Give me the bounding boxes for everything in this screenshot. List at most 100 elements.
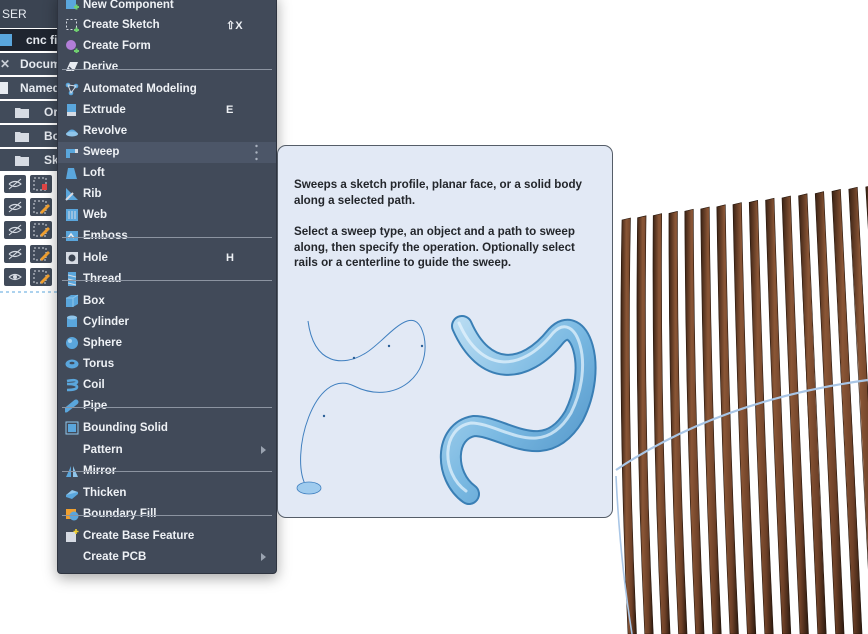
menu-item-label: Pipe bbox=[83, 400, 108, 412]
menu-item-new-component[interactable]: New Component bbox=[58, 0, 276, 16]
emboss-icon bbox=[66, 231, 78, 241]
bounding-solid-icon bbox=[65, 421, 79, 435]
menu-item-label: Thicken bbox=[83, 487, 127, 499]
menu-item-label: Hole bbox=[83, 252, 108, 264]
sweep-illustration bbox=[296, 315, 597, 505]
menu-item-torus[interactable]: Torus bbox=[58, 354, 276, 375]
browser-row-root[interactable]: cnc fi bbox=[0, 29, 60, 51]
sweep-icon bbox=[66, 149, 78, 158]
menu-item-label: Emboss bbox=[83, 230, 128, 242]
menu-separator bbox=[62, 280, 272, 281]
browser-row-bodies[interactable]: Bo bbox=[0, 125, 60, 147]
menu-item-loft[interactable]: Loft bbox=[58, 163, 276, 184]
menu-item-create-form[interactable]: Create Form bbox=[58, 36, 276, 57]
folder-icon bbox=[15, 132, 29, 142]
menu-item-label: Box bbox=[83, 295, 105, 307]
menu-item-label: Web bbox=[83, 209, 108, 221]
menu-item-sphere[interactable]: Sphere bbox=[58, 333, 276, 354]
menu-item-label: Boundary Fill bbox=[83, 508, 157, 520]
wood-slat bbox=[684, 208, 705, 634]
folder-icon bbox=[15, 108, 29, 118]
menu-item-label: Extrude bbox=[83, 104, 126, 116]
menu-item-shortcut: H bbox=[226, 252, 234, 264]
create-base-feature-icon bbox=[66, 529, 79, 542]
loft-icon bbox=[66, 168, 77, 179]
menu-item-box[interactable]: Box bbox=[58, 291, 276, 312]
menu-item-label: Bounding Solid bbox=[83, 422, 168, 434]
menu-item-create-sketch[interactable]: Create Sketch ⇧X bbox=[58, 15, 276, 36]
menu-item-cylinder[interactable]: Cylinder bbox=[58, 312, 276, 333]
tooltip-instructions: Select a sweep type, an object and a pat… bbox=[294, 225, 575, 269]
menu-item-label: Create Base Feature bbox=[83, 530, 195, 542]
menu-item-label: Sphere bbox=[83, 337, 122, 349]
browser-row-sketches[interactable]: Sk bbox=[0, 149, 60, 171]
menu-item-coil[interactable]: Coil bbox=[58, 375, 276, 396]
menu-item-sweep[interactable]: Sweep bbox=[58, 142, 276, 163]
browser-row-origin[interactable]: Or bbox=[0, 101, 60, 123]
browser-row-label: Named bbox=[20, 81, 60, 95]
submenu-arrow-icon bbox=[261, 446, 266, 454]
browser-header: SER bbox=[0, 0, 60, 28]
menu-separator bbox=[62, 69, 272, 70]
torus-icon bbox=[65, 359, 79, 369]
new-component-icon bbox=[66, 0, 79, 10]
sweep-result-solid bbox=[439, 315, 597, 505]
menu-item-create-pcb[interactable]: Create PCB bbox=[58, 547, 276, 568]
menu-item-derive[interactable]: Derive bbox=[58, 57, 276, 78]
menu-item-web[interactable]: Web bbox=[58, 205, 276, 226]
sphere-icon bbox=[66, 337, 78, 349]
create-sketch-icon bbox=[66, 19, 79, 32]
pipe-icon bbox=[65, 399, 79, 413]
extrude-icon bbox=[67, 104, 76, 116]
menu-item-label: Coil bbox=[83, 379, 105, 391]
boundary-fill-icon bbox=[66, 509, 79, 521]
menu-item-label: Pattern bbox=[83, 444, 123, 456]
menu-separator bbox=[62, 515, 272, 516]
menu-item-shortcut: E bbox=[226, 104, 234, 116]
menu-item-shortcut: ⇧X bbox=[226, 20, 243, 32]
menu-item-revolve[interactable]: Revolve bbox=[58, 121, 276, 142]
thread-icon bbox=[67, 272, 77, 286]
wood-slat bbox=[668, 211, 688, 634]
menu-separator bbox=[62, 237, 272, 238]
browser-row-label: cnc fi bbox=[26, 33, 58, 47]
browser-row-named[interactable]: Named bbox=[0, 77, 60, 99]
create-form-icon bbox=[66, 40, 79, 53]
menu-item-label: Rib bbox=[83, 188, 102, 200]
web-icon bbox=[66, 209, 78, 221]
menu-item-bounding-solid[interactable]: Bounding Solid bbox=[58, 418, 276, 439]
automated-modeling-icon bbox=[65, 82, 79, 96]
menu-item-automated-modeling[interactable]: Automated Modeling bbox=[58, 79, 276, 100]
coil-icon bbox=[66, 378, 79, 392]
menu-separator bbox=[62, 471, 272, 472]
component-icon bbox=[0, 34, 12, 46]
menu-item-hole[interactable]: Hole H bbox=[58, 248, 276, 269]
menu-item-label: Loft bbox=[83, 167, 105, 179]
hole-icon bbox=[66, 252, 78, 264]
box-icon bbox=[66, 294, 79, 307]
menu-item-create-base-feature[interactable]: Create Base Feature bbox=[58, 526, 276, 547]
menu-item-rib[interactable]: Rib bbox=[58, 184, 276, 205]
sweep-tooltip: Sweeps a sketch profile, planar face, or… bbox=[277, 145, 613, 518]
folder-icon bbox=[15, 156, 29, 166]
browser-row-documents[interactable]: ✕ Docum bbox=[0, 53, 60, 75]
menu-separator bbox=[62, 407, 272, 408]
browser-row-label: Or bbox=[44, 105, 59, 119]
derive-icon bbox=[66, 62, 78, 71]
menu-item-thicken[interactable]: Thicken bbox=[58, 483, 276, 504]
menu-item-label: Create Sketch bbox=[83, 19, 160, 31]
wood-slat bbox=[636, 215, 654, 634]
browser-panel: SER cnc fi ✕ Docum Named Or Bo Sk bbox=[0, 0, 60, 300]
menu-item-extrude[interactable]: Extrude E bbox=[58, 100, 276, 121]
menu-item-label: Automated Modeling bbox=[83, 83, 197, 95]
browser-row-icons bbox=[0, 177, 60, 293]
menu-item-label: Create Form bbox=[83, 40, 151, 52]
menu-item-label: New Component bbox=[83, 0, 174, 11]
create-menu: New Component Create Sketch ⇧X Create Form D… bbox=[57, 0, 277, 574]
menu-item-pattern[interactable]: Pattern bbox=[58, 440, 276, 461]
revolve-icon bbox=[66, 129, 78, 137]
cylinder-icon bbox=[67, 315, 77, 327]
more-options-icon[interactable] bbox=[255, 144, 258, 161]
wood-slat bbox=[652, 213, 671, 634]
rib-icon bbox=[65, 188, 78, 201]
